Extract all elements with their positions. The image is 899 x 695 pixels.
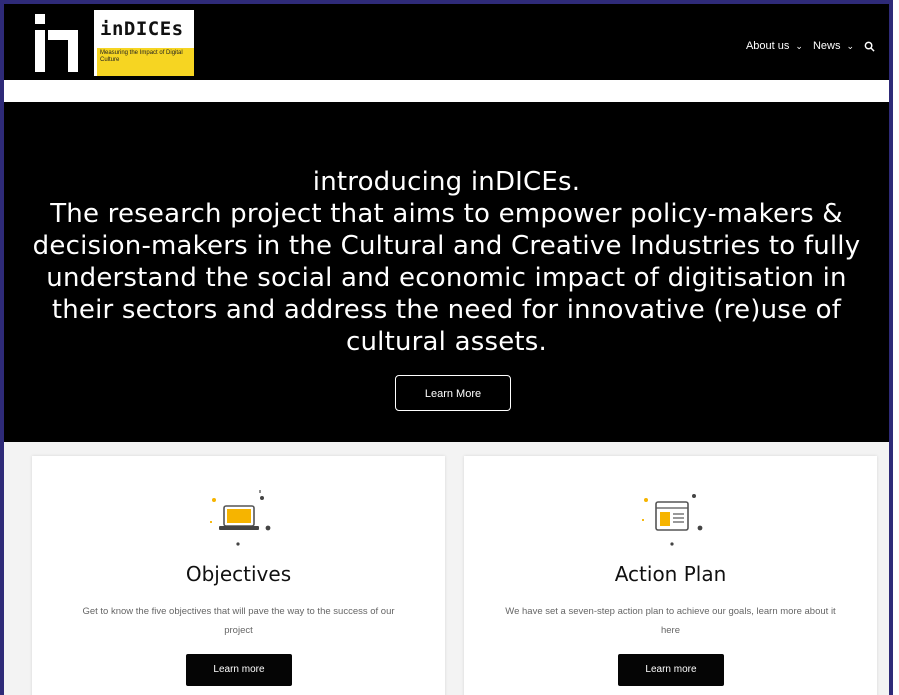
hero-learn-more-button[interactable]: Learn More [395, 375, 511, 411]
nav-item-label: News [812, 40, 841, 52]
card-objectives: Objectives Get to know the five objectiv… [32, 456, 445, 695]
laptop-icon [210, 490, 271, 546]
chevron-down-icon: ⌄ [846, 40, 854, 51]
chevron-down-icon: ⌄ [795, 40, 803, 51]
card-title: Action Plan [614, 562, 727, 586]
page-frame: inDICEs Measuring the Impact of Digital … [0, 0, 893, 695]
card-title: Objectives [185, 562, 292, 586]
card-description: Get to know the five objectives that wil… [82, 606, 395, 636]
document-icon [642, 494, 703, 546]
nav-item-about-us[interactable]: About us ⌄ [746, 40, 803, 52]
card-description: We have set a seven-step action plan to … [505, 606, 836, 636]
logo-tagline: Measuring the Impact of Digital Culture [100, 50, 183, 63]
search-icon[interactable] [864, 41, 875, 52]
logo-title: inDICEs [100, 18, 184, 40]
nav-item-label: About us [745, 40, 790, 52]
action-plan-learn-more-button[interactable]: Learn more [618, 654, 724, 686]
hero-title: introducing inDICEs. [312, 167, 581, 197]
hero-section: introducing inDICEs. The research projec… [4, 102, 889, 442]
card-action-plan: Action Plan We have set a seven-step act… [464, 456, 877, 695]
objectives-learn-more-button[interactable]: Learn more [186, 654, 292, 686]
main-nav: About us ⌄ News ⌄ [746, 40, 875, 52]
header-navbar: inDICEs Measuring the Impact of Digital … [4, 4, 889, 80]
header-spacer [4, 80, 889, 102]
cards-section: Objectives Get to know the five objectiv… [4, 442, 889, 695]
logo-mark-icon[interactable] [32, 12, 84, 74]
hero-description: The research project that aims to empowe… [32, 199, 861, 357]
nav-item-news[interactable]: News ⌄ [813, 40, 854, 52]
